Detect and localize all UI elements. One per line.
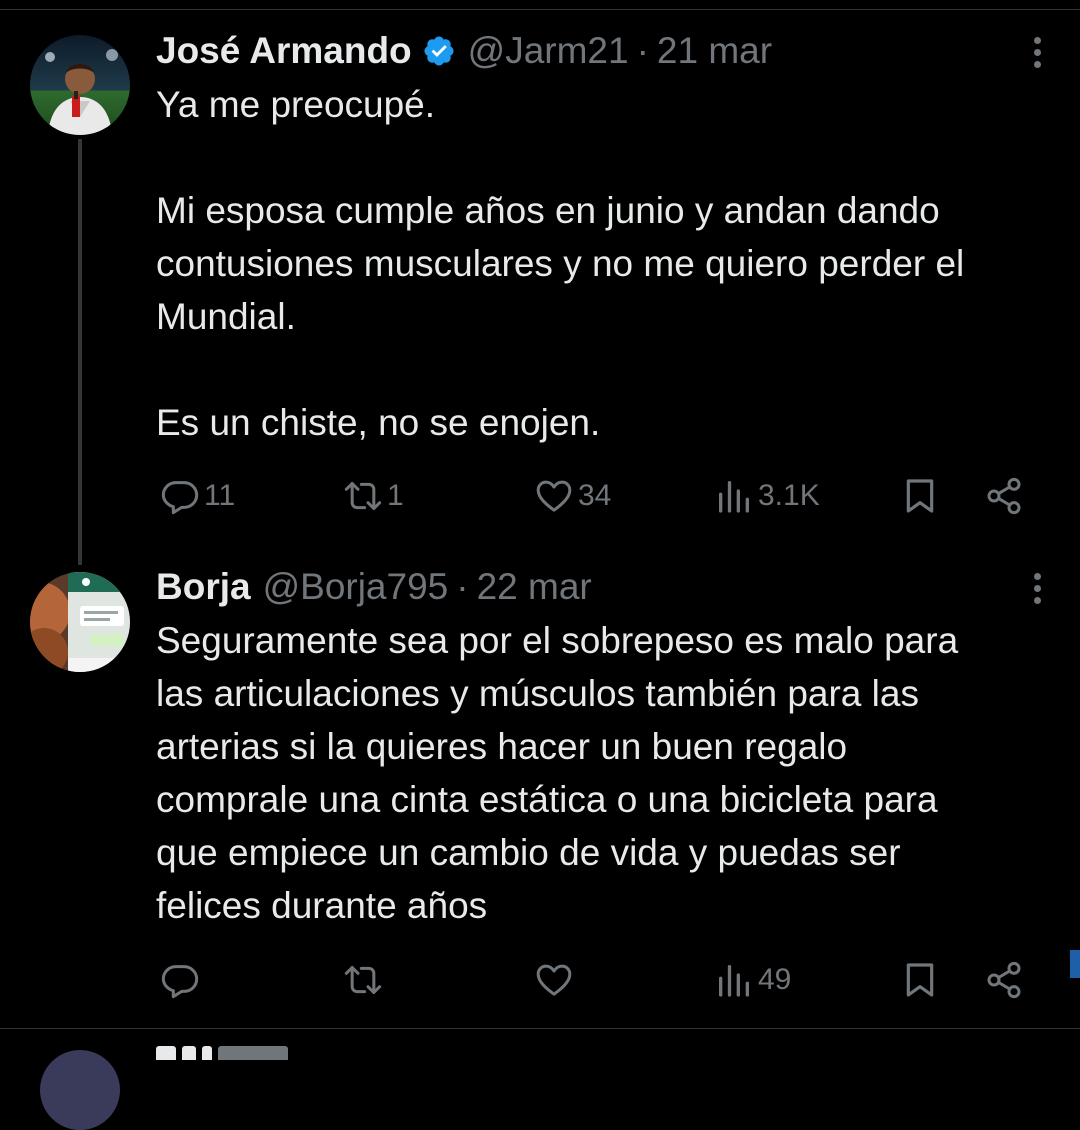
retweet-button[interactable]: [343, 955, 387, 1005]
separator: ·: [456, 566, 469, 607]
action-bar: 49: [0, 955, 1080, 1005]
tweet-paragraph: Ya me preocupé.: [156, 84, 436, 125]
tweet-paragraph: Seguramente sea por el sobrepeso es malo…: [156, 620, 959, 926]
reply-icon: [161, 965, 199, 999]
like-button[interactable]: 34: [534, 471, 611, 521]
author-handle[interactable]: @Jarm21: [468, 30, 629, 72]
action-bar: 11 1 34 3.1K: [0, 471, 1080, 521]
views-icon: [719, 481, 749, 513]
avatar[interactable]: [40, 1050, 120, 1130]
avatar[interactable]: [30, 572, 130, 672]
retweet-icon: [344, 966, 382, 994]
bottom-divider: [0, 1028, 1080, 1029]
tweet-header: José Armando @Jarm21 · 21 mar: [156, 29, 772, 73]
heart-icon: [536, 480, 572, 512]
author-name[interactable]: José Armando: [156, 30, 412, 72]
reply-button[interactable]: 11: [160, 471, 235, 521]
more-icon[interactable]: [1034, 573, 1042, 609]
reply-count: 11: [204, 479, 236, 512]
verified-badge-icon: [422, 34, 456, 68]
retweet-button[interactable]: 1: [343, 471, 404, 521]
bookmark-button[interactable]: [900, 955, 940, 1005]
tweet-header: Borja @Borja795 · 22 mar: [156, 565, 592, 609]
views-button[interactable]: 49: [714, 955, 791, 1005]
share-button[interactable]: [984, 955, 1024, 1005]
tweet[interactable]: José Armando @Jarm21 · 21 mar Ya me preo…: [0, 9, 1080, 565]
reply-button[interactable]: [160, 955, 204, 1005]
views-count: 49: [758, 963, 792, 996]
heart-icon: [536, 964, 572, 996]
like-count: 34: [578, 479, 612, 512]
bookmark-icon: [906, 963, 934, 997]
tweet[interactable]: Borja @Borja795 · 22 mar Seguramente sea…: [0, 545, 1080, 1028]
reply-icon: [161, 481, 199, 515]
bookmark-button[interactable]: [900, 471, 940, 521]
more-icon[interactable]: [1034, 37, 1042, 73]
tweet-paragraph: Es un chiste, no se enojen.: [156, 402, 601, 443]
like-button[interactable]: [534, 955, 578, 1005]
retweet-count: 1: [387, 479, 404, 512]
views-icon: [719, 965, 749, 997]
retweet-icon: [344, 482, 382, 510]
tweet-text: Ya me preocupé. Mi esposa cumple años en…: [156, 78, 1056, 449]
separator: ·: [636, 30, 649, 71]
tweet-date[interactable]: 22 mar: [477, 566, 592, 608]
avatar[interactable]: [30, 35, 130, 135]
next-tweet-header-fragment: [156, 1046, 456, 1060]
share-button[interactable]: [984, 471, 1024, 521]
author-name[interactable]: Borja: [156, 566, 251, 608]
views-count: 3.1K: [758, 479, 820, 512]
tweet-date[interactable]: 21 mar: [657, 30, 772, 72]
views-button[interactable]: 3.1K: [714, 471, 820, 521]
author-handle[interactable]: @Borja795: [263, 566, 449, 608]
scroll-indicator: [1070, 950, 1080, 978]
tweet-paragraph: Mi esposa cumple años en junio y andan d…: [156, 190, 965, 337]
tweet-text: Seguramente sea por el sobrepeso es malo…: [156, 614, 1056, 932]
share-icon: [987, 477, 1021, 515]
bookmark-icon: [906, 479, 934, 513]
share-icon: [987, 961, 1021, 999]
